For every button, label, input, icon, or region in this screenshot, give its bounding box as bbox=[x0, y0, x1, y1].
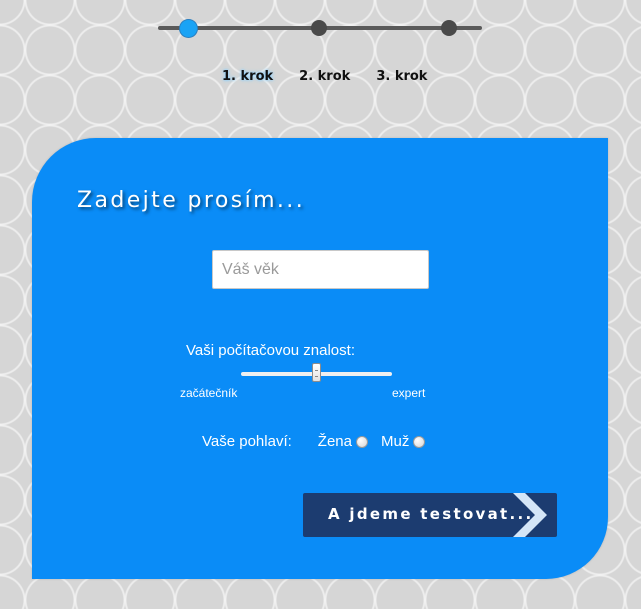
slider-handle[interactable] bbox=[312, 363, 321, 382]
step-label-1: 1. krok bbox=[222, 69, 274, 84]
knowledge-label: Vaši počítačovou znalost: bbox=[186, 342, 355, 359]
progress-track bbox=[158, 19, 482, 37]
radio-male[interactable] bbox=[413, 435, 426, 448]
step-dot-3 bbox=[441, 20, 457, 36]
start-test-button-label: A jdeme testovat... bbox=[328, 505, 534, 523]
gender-label: Vaše pohlaví: bbox=[202, 433, 292, 450]
step-dot-1 bbox=[180, 19, 197, 37]
step-labels: 1. krok 2. krok 3. krok bbox=[222, 69, 453, 84]
gender-option-male[interactable]: Muž bbox=[380, 433, 426, 450]
radio-female[interactable] bbox=[355, 435, 368, 448]
step-label-3: 3. krok bbox=[376, 69, 428, 84]
gender-row: Vaše pohlaví: Žena Muž bbox=[202, 433, 438, 450]
age-input[interactable] bbox=[212, 250, 429, 289]
form-title: Zadejte prosím... bbox=[77, 188, 306, 213]
step-label-2: 2. krok bbox=[299, 69, 351, 84]
chevron-right-icon bbox=[513, 493, 547, 537]
gender-option-female-label: Žena bbox=[317, 433, 352, 450]
step-dot-2 bbox=[311, 20, 327, 36]
gender-option-female[interactable]: Žena bbox=[318, 433, 368, 450]
start-test-button[interactable]: A jdeme testovat... bbox=[303, 493, 557, 537]
slider-min-label: začátečník bbox=[180, 386, 238, 400]
slider-max-label: expert bbox=[392, 386, 426, 400]
gender-option-male-label: Muž bbox=[380, 433, 410, 450]
knowledge-slider[interactable] bbox=[241, 363, 392, 382]
form-card: Zadejte prosím... Vaši počítačovou znalo… bbox=[32, 138, 608, 579]
